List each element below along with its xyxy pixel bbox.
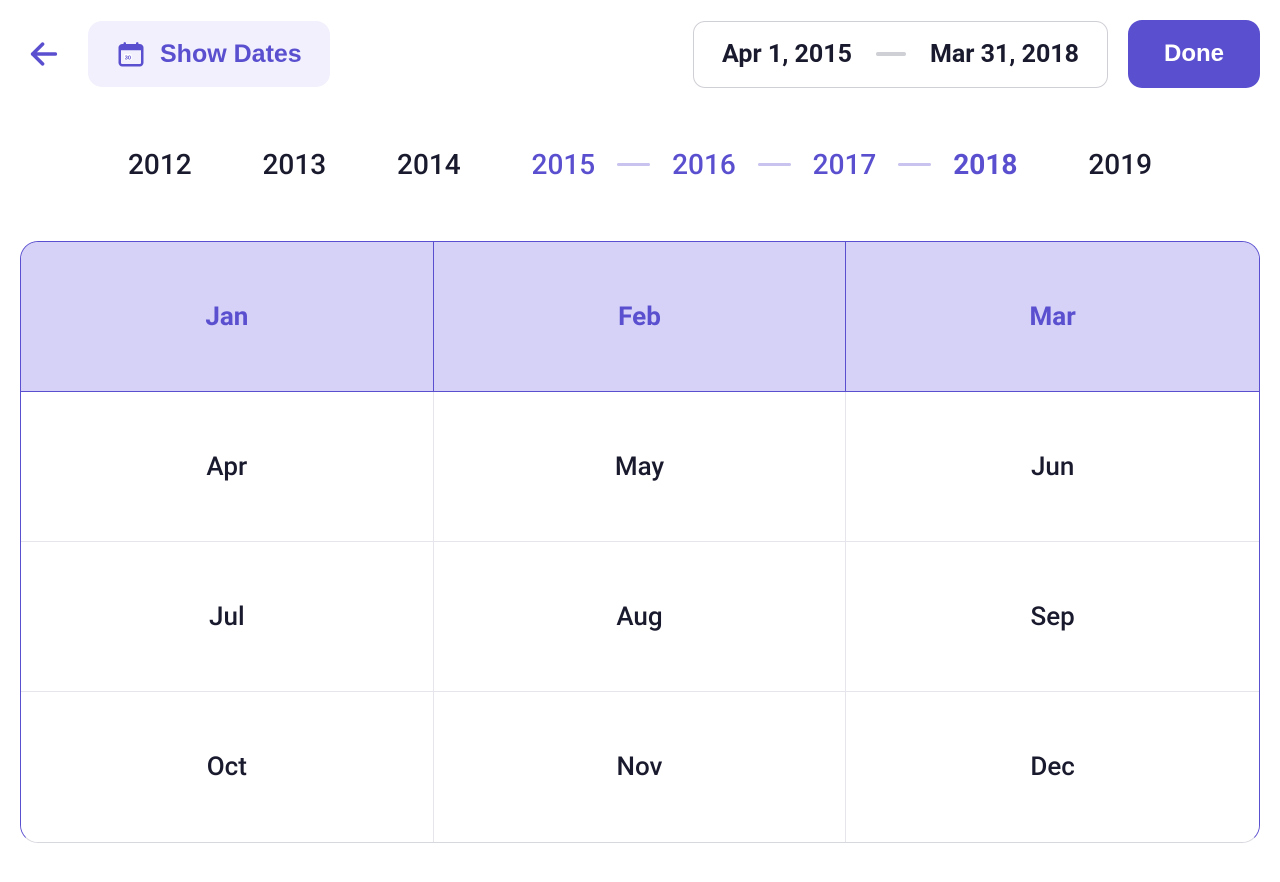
year-range-connector-icon xyxy=(617,163,650,166)
year-item-2017[interactable]: 2017 xyxy=(805,148,885,181)
arrow-left-icon xyxy=(27,37,61,71)
year-item-2014[interactable]: 2014 xyxy=(389,148,469,181)
month-cell-aug[interactable]: Aug xyxy=(434,542,847,692)
month-cell-jul[interactable]: Jul xyxy=(21,542,434,692)
year-selector: 2012 2013 2014 2015 2016 2017 2018 2019 xyxy=(20,148,1260,181)
month-cell-apr[interactable]: Apr xyxy=(21,392,434,542)
month-cell-may[interactable]: May xyxy=(434,392,847,542)
year-item-2013[interactable]: 2013 xyxy=(255,148,335,181)
month-row: OctNovDec xyxy=(21,692,1259,842)
month-cell-sep[interactable]: Sep xyxy=(846,542,1259,692)
month-grid: JanFebMarAprMayJunJulAugSepOctNovDec xyxy=(20,241,1260,843)
year-item-2016[interactable]: 2016 xyxy=(664,148,744,181)
year-item-2019[interactable]: 2019 xyxy=(1080,148,1160,181)
show-dates-label: Show Dates xyxy=(160,40,302,69)
header-bar: 30 Show Dates Apr 1, 2015 Mar 31, 2018 D… xyxy=(20,20,1260,88)
month-cell-oct[interactable]: Oct xyxy=(21,692,434,842)
month-row: JulAugSep xyxy=(21,542,1259,692)
show-dates-button[interactable]: 30 Show Dates xyxy=(88,21,330,87)
year-item-2015[interactable]: 2015 xyxy=(524,148,604,181)
calendar-icon: 30 xyxy=(116,39,146,69)
month-cell-dec[interactable]: Dec xyxy=(846,692,1259,842)
month-row: JanFebMar xyxy=(21,242,1259,392)
date-range-end: Mar 31, 2018 xyxy=(930,40,1079,69)
year-item-2018[interactable]: 2018 xyxy=(945,148,1025,181)
month-cell-nov[interactable]: Nov xyxy=(434,692,847,842)
date-range-start: Apr 1, 2015 xyxy=(722,40,852,69)
month-cell-feb[interactable]: Feb xyxy=(434,242,847,392)
month-cell-jan[interactable]: Jan xyxy=(21,242,434,392)
month-cell-mar[interactable]: Mar xyxy=(846,242,1259,392)
year-item-2012[interactable]: 2012 xyxy=(120,148,200,181)
svg-text:30: 30 xyxy=(125,55,131,61)
back-button[interactable] xyxy=(20,30,68,78)
year-range-connector-icon xyxy=(758,163,791,166)
month-row: AprMayJun xyxy=(21,392,1259,542)
date-range-display[interactable]: Apr 1, 2015 Mar 31, 2018 xyxy=(693,21,1108,88)
date-range-separator-icon xyxy=(876,52,906,56)
year-range-connector-icon xyxy=(898,163,931,166)
done-label: Done xyxy=(1164,40,1224,67)
done-button[interactable]: Done xyxy=(1128,20,1260,88)
month-cell-jun[interactable]: Jun xyxy=(846,392,1259,542)
